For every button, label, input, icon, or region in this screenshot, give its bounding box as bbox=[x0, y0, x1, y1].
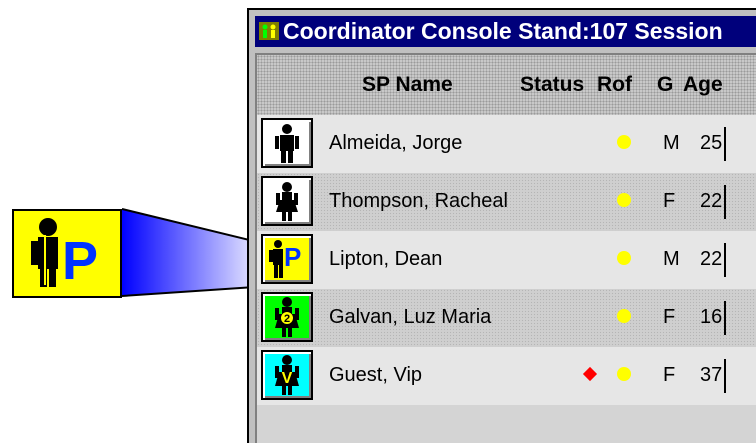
avatar[interactable]: V bbox=[261, 350, 313, 400]
sp-name: Thompson, Racheal bbox=[329, 190, 508, 212]
sp-name: Galvan, Luz Maria bbox=[329, 306, 492, 328]
avatar[interactable]: P bbox=[261, 234, 313, 284]
gender: F bbox=[663, 306, 676, 328]
row-divider bbox=[724, 243, 726, 277]
svg-text:P: P bbox=[62, 231, 98, 291]
avatar[interactable] bbox=[261, 118, 313, 168]
status-indicator bbox=[582, 366, 598, 382]
column-gender[interactable]: G bbox=[657, 73, 673, 97]
row-divider bbox=[724, 185, 726, 219]
sp-name: Guest, Vip bbox=[329, 364, 423, 386]
table-row[interactable]: Thompson, Racheal F 22 bbox=[257, 173, 756, 231]
gender: M bbox=[663, 248, 680, 270]
rof-indicator bbox=[617, 135, 631, 149]
zoom-callout: P bbox=[12, 209, 122, 298]
rof-indicator bbox=[617, 193, 631, 207]
age: 16 bbox=[700, 306, 723, 328]
age: 22 bbox=[700, 248, 723, 270]
avatar[interactable]: 2 bbox=[261, 292, 313, 342]
table-row[interactable]: P Lipton, Dean M 22 bbox=[257, 231, 756, 289]
app-icon bbox=[259, 22, 279, 40]
svg-text:P: P bbox=[284, 242, 301, 272]
column-sp-name[interactable]: SP Name bbox=[362, 73, 453, 97]
female-figure-v-badge-icon: V bbox=[275, 355, 299, 395]
rof-indicator bbox=[617, 309, 631, 323]
column-age[interactable]: Age bbox=[683, 73, 723, 97]
age: 22 bbox=[700, 190, 723, 212]
row-divider bbox=[724, 301, 726, 335]
title-bar[interactable]: Coordinator Console Stand:107 Session bbox=[255, 16, 756, 47]
window-title: Coordinator Console Stand:107 Session bbox=[283, 18, 723, 44]
table-row[interactable]: V Guest, Vip F 37 bbox=[257, 347, 756, 405]
row-divider bbox=[724, 359, 726, 393]
sp-name: Lipton, Dean bbox=[329, 248, 443, 270]
coordinator-console-window: Coordinator Console Stand:107 Session SP… bbox=[247, 8, 756, 443]
svg-text:V: V bbox=[282, 370, 293, 387]
rof-indicator bbox=[617, 367, 631, 381]
sp-name: Almeida, Jorge bbox=[329, 132, 463, 154]
male-figure-icon bbox=[275, 124, 299, 163]
gender: F bbox=[663, 190, 676, 212]
age: 37 bbox=[700, 364, 723, 386]
sp-list-panel: SP Name Status Rof G Age Almeida, Jorge … bbox=[255, 53, 756, 443]
column-header: SP Name Status Rof G Age bbox=[257, 55, 756, 115]
female-figure-2-badge-icon: 2 bbox=[275, 297, 299, 337]
column-status[interactable]: Status bbox=[520, 73, 584, 97]
avatar[interactable] bbox=[261, 176, 313, 226]
female-figure-icon bbox=[276, 182, 298, 221]
svg-text:2: 2 bbox=[284, 313, 290, 325]
row-divider bbox=[724, 127, 726, 161]
table-row[interactable]: 2 Galvan, Luz Maria F 16 bbox=[257, 289, 756, 347]
table-row[interactable]: Almeida, Jorge M 25 bbox=[257, 115, 756, 173]
male-figure-p-badge-icon: P bbox=[31, 218, 98, 291]
age: 25 bbox=[700, 132, 723, 154]
rof-indicator bbox=[617, 251, 631, 265]
male-figure-p-badge-icon: P bbox=[269, 240, 301, 278]
gender: M bbox=[663, 132, 680, 154]
gender: F bbox=[663, 364, 676, 386]
column-rof[interactable]: Rof bbox=[597, 73, 632, 97]
